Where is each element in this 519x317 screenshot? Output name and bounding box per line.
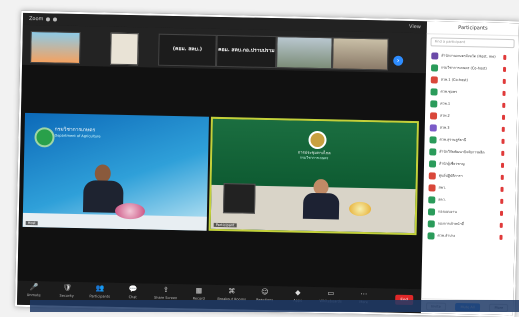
shield-icon[interactable] bbox=[46, 17, 50, 21]
mic-muted-icon bbox=[502, 102, 505, 107]
avatar bbox=[429, 136, 436, 143]
mic-muted-icon bbox=[499, 234, 502, 239]
mic-muted-icon bbox=[500, 198, 503, 203]
mic-muted-icon bbox=[501, 174, 504, 179]
gallery-thumb[interactable] bbox=[30, 31, 81, 64]
tile-name: Host bbox=[26, 221, 38, 225]
speaker bbox=[303, 179, 340, 220]
mic-muted-icon bbox=[502, 90, 505, 95]
avatar bbox=[431, 64, 438, 71]
gallery-thumb[interactable]: (คอม. สคบ.) bbox=[158, 34, 217, 67]
mic-muted-icon bbox=[501, 150, 504, 155]
mic-muted-icon bbox=[501, 162, 504, 167]
participant-name: ศูนย์ปฏิบัติการฯ bbox=[439, 173, 501, 180]
chat-icon: 💬 bbox=[129, 286, 137, 293]
avatar bbox=[428, 220, 435, 227]
participant-name: ศวพ.ลำปาง bbox=[437, 233, 499, 240]
avatar bbox=[430, 88, 437, 95]
participant-name: กรมวิชาการเกษตร (Co-host) bbox=[441, 65, 503, 72]
avatar bbox=[430, 100, 437, 107]
participant-list: สำนักงานเกษตรจังหวัด (Host, me) กรมวิชากา… bbox=[422, 49, 518, 243]
polls-icon: ▦ bbox=[195, 287, 203, 294]
participant-name: กองการเจ้าหน้าที่ bbox=[438, 221, 500, 228]
reactions-icon: ☺ bbox=[261, 289, 269, 296]
security-button[interactable]: 🛡Security bbox=[50, 281, 83, 298]
panel-title: Participants bbox=[427, 21, 519, 36]
monitor bbox=[223, 183, 256, 214]
whiteboard-icon: ▭ bbox=[327, 290, 335, 297]
participant-name: สำนักผู้เชี่ยวชาญ bbox=[439, 161, 501, 168]
participant-search-input[interactable]: Find a participant bbox=[430, 37, 514, 48]
participant-name: สวพ.2 bbox=[440, 113, 502, 120]
mic-icon: 🎤 bbox=[30, 284, 38, 291]
avatar bbox=[429, 148, 436, 155]
avatar bbox=[431, 76, 438, 83]
mic-muted-icon bbox=[500, 186, 503, 191]
info-icon[interactable] bbox=[53, 17, 57, 21]
mic-muted-icon bbox=[503, 54, 506, 59]
gallery-thumb[interactable]: คอม. สคบ.กอ.ปราบปราม bbox=[216, 35, 277, 68]
avatar bbox=[430, 112, 437, 119]
participants-panel: Participants Find a participant สำนักงาน… bbox=[421, 21, 519, 315]
thumb-caption: คอม. สคบ.กอ.ปราบปราม bbox=[217, 46, 275, 55]
avatar bbox=[430, 124, 437, 131]
breakout-icon: ⌘ bbox=[228, 288, 236, 295]
participant-item[interactable]: ศวพ.ลำปาง bbox=[422, 229, 514, 243]
participant-name: ศวพ.ชุมพร bbox=[440, 89, 502, 96]
flower-arrangement bbox=[115, 203, 145, 220]
gallery-thumb[interactable] bbox=[332, 37, 389, 70]
mic-muted-icon bbox=[502, 126, 505, 131]
video-tile-left[interactable]: กรมวิชาการเกษตร Department of Agricultur… bbox=[23, 113, 209, 231]
participants-icon: 👥 bbox=[96, 285, 104, 292]
security-icon: 🛡 bbox=[63, 285, 71, 292]
record-button[interactable]: ▦Record bbox=[182, 284, 215, 301]
view-button[interactable]: View bbox=[409, 24, 421, 30]
participant-name: สคว. bbox=[438, 197, 500, 204]
taskbar bbox=[30, 300, 519, 312]
participant-name: ศวพ.สุราษฎร์ธานี bbox=[439, 137, 501, 144]
tile-name: Participant bbox=[214, 223, 237, 227]
mic-muted-icon bbox=[500, 222, 503, 227]
avatar bbox=[429, 160, 436, 167]
share-screen-icon: ⇪ bbox=[162, 287, 170, 294]
participant-name: สพว. bbox=[438, 185, 500, 192]
participant-name: สวพ.1 (Co-host) bbox=[441, 77, 503, 84]
participant-name: กองแผนงาน bbox=[438, 209, 500, 216]
participant-name: ศวพ.1 bbox=[440, 101, 502, 108]
mic-muted-icon bbox=[500, 210, 503, 215]
mic-muted-icon bbox=[503, 78, 506, 83]
apps-icon: ◆ bbox=[294, 290, 302, 297]
avatar bbox=[428, 208, 435, 215]
avatar bbox=[428, 196, 435, 203]
chat-button[interactable]: 💬Chat bbox=[116, 283, 149, 300]
gallery-thumb[interactable] bbox=[276, 36, 333, 69]
avatar bbox=[431, 52, 438, 59]
avatar bbox=[427, 232, 434, 239]
share-screen-button[interactable]: ⇪Share Screen bbox=[149, 284, 182, 301]
participant-name: สำนักงานเกษตรจังหวัด (Host, me) bbox=[441, 53, 503, 60]
window-title: Zoom bbox=[29, 16, 44, 22]
participants-button[interactable]: 👥Participants bbox=[83, 282, 116, 299]
flower-arrangement bbox=[349, 202, 371, 216]
next-page-icon[interactable]: › bbox=[393, 56, 403, 66]
gallery-thumb[interactable] bbox=[110, 33, 139, 66]
video-tile-right[interactable]: การประชุมทางไกล กรมวิชาการเกษตร Particip… bbox=[209, 117, 419, 235]
mic-muted-icon bbox=[501, 138, 504, 143]
more-icon: ⋯ bbox=[360, 291, 368, 298]
avatar bbox=[428, 184, 435, 191]
zoom-window: Zoom View (คอม. สคบ.) คอม. สคบ.กอ.ปราบปร… bbox=[15, 11, 519, 317]
participant-name: สำนักวิจัยพัฒนาปัจจัยการผลิต bbox=[439, 149, 501, 156]
mic-muted-icon bbox=[502, 114, 505, 119]
desk bbox=[23, 213, 207, 231]
thumb-caption: (คอม. สคบ.) bbox=[159, 45, 215, 54]
mic-muted-icon bbox=[503, 66, 506, 71]
avatar bbox=[429, 172, 436, 179]
agency-logo bbox=[34, 127, 54, 147]
unmute-button[interactable]: 🎤Unmute bbox=[17, 281, 50, 298]
tile-subtitle: Department of Agriculture bbox=[55, 134, 101, 139]
video-stage: กรมวิชาการเกษตร Department of Agricultur… bbox=[17, 65, 425, 289]
participant-name: สวพ.3 bbox=[440, 125, 502, 132]
